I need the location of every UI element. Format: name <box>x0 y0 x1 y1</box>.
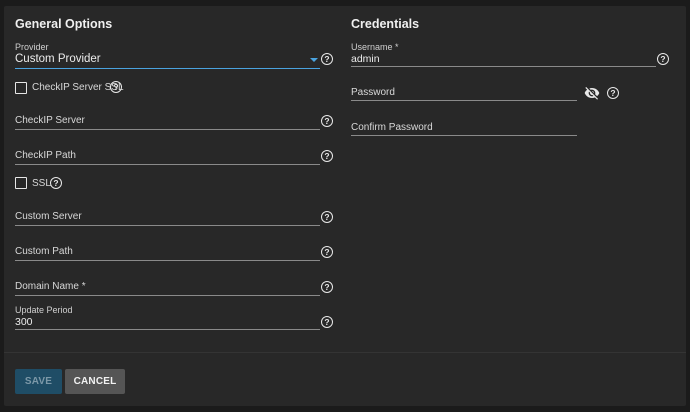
update-period-label: Update Period <box>15 305 73 315</box>
help-icon-custom-path[interactable]: ? <box>321 246 333 258</box>
credentials-title: Credentials <box>351 17 420 31</box>
checkip-path-underline <box>15 164 320 165</box>
custom-server-field[interactable]: Custom Server <box>15 211 320 222</box>
help-icon-username[interactable]: ? <box>657 53 669 65</box>
provider-select[interactable]: Custom Provider <box>15 53 320 65</box>
username-underline <box>351 66 656 67</box>
provider-underline <box>15 68 320 69</box>
cancel-button[interactable]: CANCEL <box>65 369 125 394</box>
domain-name-underline <box>15 295 320 296</box>
confirm-password-underline <box>351 135 577 136</box>
username-input[interactable]: admin <box>351 53 656 65</box>
provider-label: Provider <box>15 42 49 52</box>
help-icon-provider[interactable]: ? <box>321 53 333 65</box>
checkip-server-underline <box>15 129 320 130</box>
confirm-password-field[interactable]: Confirm Password <box>351 122 577 133</box>
checkip-path-field[interactable]: CheckIP Path <box>15 150 320 161</box>
save-button[interactable]: SAVE <box>15 369 62 394</box>
password-field[interactable]: Password <box>351 87 577 98</box>
help-icon-custom-server[interactable]: ? <box>321 211 333 223</box>
custom-path-field[interactable]: Custom Path <box>15 246 320 257</box>
actions-divider <box>4 352 686 353</box>
help-icon-ssl[interactable]: ? <box>50 177 62 189</box>
eye-off-icon[interactable] <box>584 85 600 101</box>
help-icon-checkip-server[interactable]: ? <box>321 115 333 127</box>
general-options-title: General Options <box>15 17 113 31</box>
help-icon-password[interactable]: ? <box>607 87 619 99</box>
ssl-checkbox[interactable] <box>15 177 27 189</box>
help-icon-checkip-ssl[interactable]: ? <box>110 81 122 93</box>
password-underline <box>351 100 577 101</box>
domain-name-field[interactable]: Domain Name * <box>15 281 320 292</box>
ssl-label: SSL <box>32 178 51 189</box>
help-icon-update-period[interactable]: ? <box>321 316 333 328</box>
help-icon-checkip-path[interactable]: ? <box>321 150 333 162</box>
checkip-server-field[interactable]: CheckIP Server <box>15 115 320 126</box>
update-period-input[interactable]: 300 <box>15 316 320 328</box>
update-period-underline <box>15 329 320 330</box>
help-icon-domain-name[interactable]: ? <box>321 281 333 293</box>
custom-server-underline <box>15 225 320 226</box>
username-label: Username * <box>351 42 399 52</box>
custom-path-underline <box>15 260 320 261</box>
checkip-server-ssl-checkbox[interactable] <box>15 82 27 94</box>
caret-down-icon[interactable] <box>310 58 318 62</box>
